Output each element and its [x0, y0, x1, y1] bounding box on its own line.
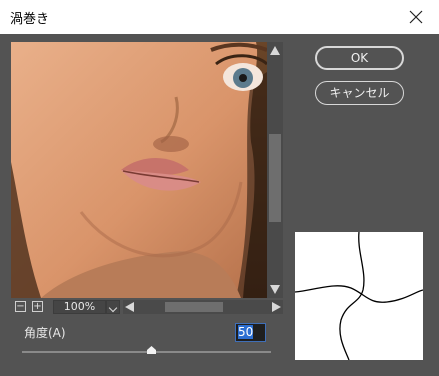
horizontal-scrollbar[interactable] [123, 300, 283, 314]
scroll-left-icon[interactable] [125, 302, 134, 312]
window-title: 渦巻き [10, 12, 50, 27]
portrait-photo [11, 42, 267, 298]
angle-label: 角度(A) [24, 326, 66, 340]
slider-thumb-icon[interactable] [146, 346, 156, 354]
vertical-scroll-thumb[interactable] [269, 134, 281, 222]
zoom-level[interactable]: 100% [53, 300, 106, 314]
close-button[interactable] [393, 0, 439, 34]
chevron-down-icon[interactable] [106, 300, 120, 314]
title-bar: 渦巻き [0, 0, 439, 34]
horizontal-scroll-thumb[interactable] [165, 302, 223, 312]
scroll-down-icon[interactable] [270, 285, 280, 294]
zoom-bar: − + 100% [11, 298, 283, 316]
zoom-in-button[interactable]: + [32, 301, 43, 312]
cancel-button[interactable]: キャンセル [315, 81, 404, 105]
vertical-scrollbar[interactable] [267, 42, 283, 298]
zoom-in-icon: + [33, 301, 42, 312]
ok-button[interactable]: OK [315, 46, 404, 70]
scroll-right-icon[interactable] [272, 302, 281, 312]
swirl-shape-preview [294, 231, 424, 361]
zoom-out-button[interactable]: − [15, 301, 26, 312]
angle-input[interactable]: 50 [235, 323, 266, 342]
zoom-out-icon: − [16, 301, 25, 312]
swirl-diagram [294, 231, 424, 361]
scroll-up-icon[interactable] [270, 46, 280, 55]
swirl-filter-dialog: − + 100% OK キャンセル 角度(A) 50 [0, 34, 439, 376]
image-preview[interactable] [11, 42, 267, 298]
angle-value: 50 [238, 325, 254, 339]
close-icon [409, 10, 423, 24]
